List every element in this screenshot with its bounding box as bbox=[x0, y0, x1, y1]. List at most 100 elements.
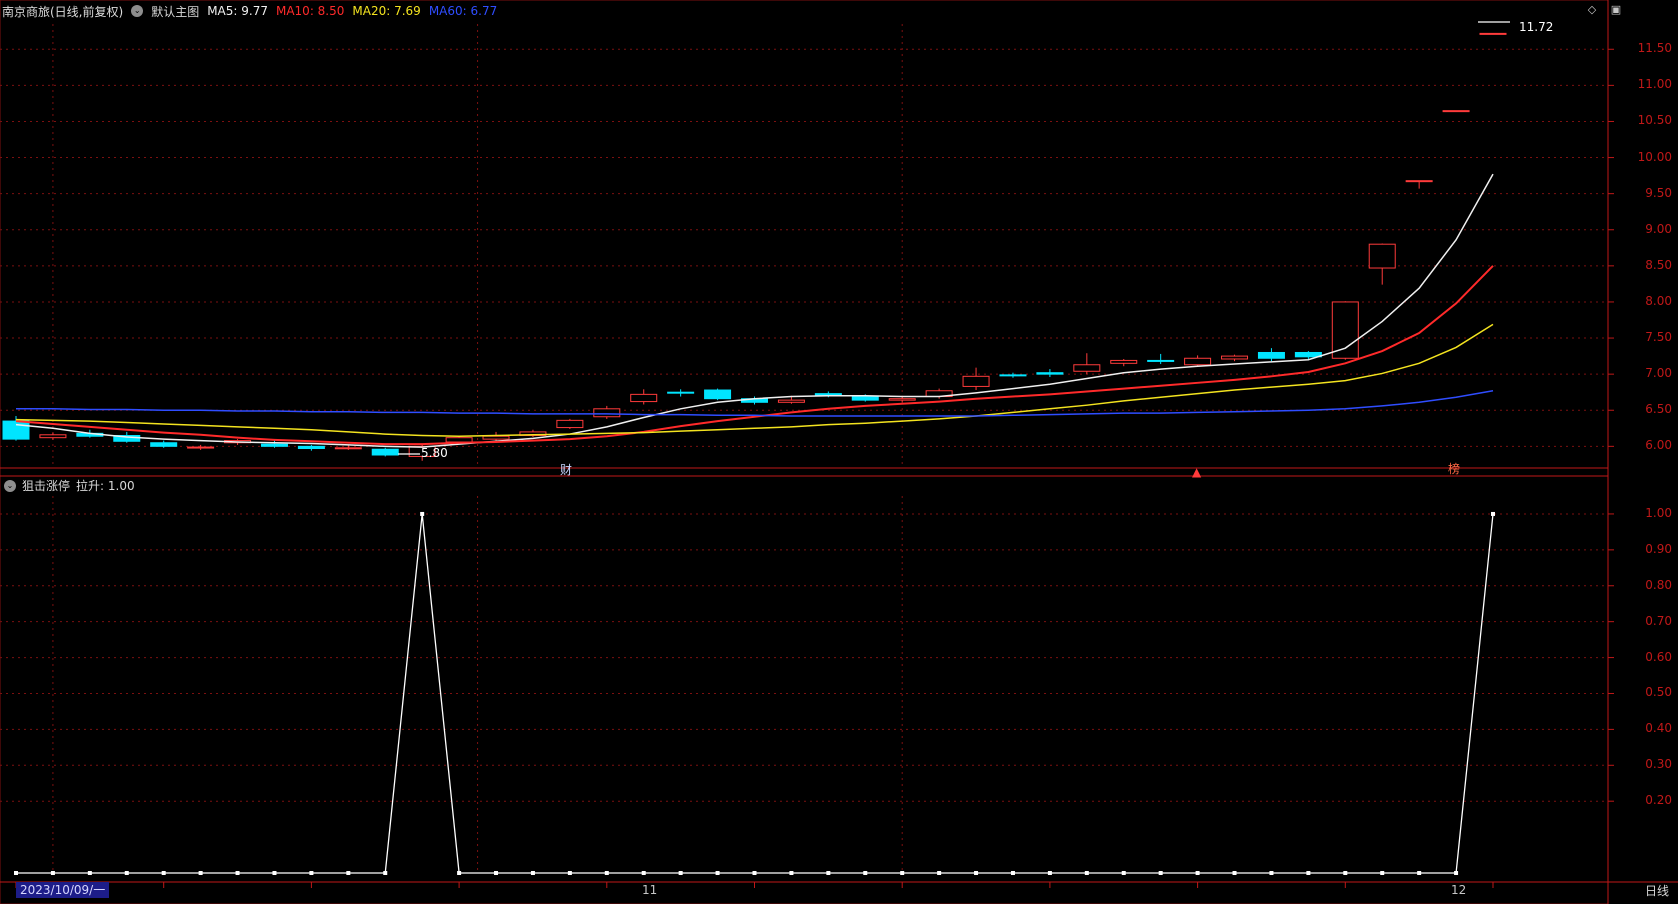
candle-up[interactable] bbox=[334, 447, 362, 450]
candle-up[interactable] bbox=[39, 434, 67, 439]
candle-up[interactable] bbox=[1184, 357, 1212, 366]
candle-down[interactable] bbox=[667, 391, 695, 394]
indicator-axis-label: 0.80 bbox=[1645, 577, 1672, 592]
indicator-point bbox=[863, 871, 868, 875]
diamond-icon[interactable]: ◇ bbox=[1585, 2, 1599, 16]
indicator-point bbox=[1269, 871, 1274, 875]
indicator-axis-label: 0.90 bbox=[1645, 541, 1672, 556]
candle-up[interactable] bbox=[1073, 364, 1101, 372]
indicator-axis-label: 0.50 bbox=[1645, 685, 1672, 700]
price-axis-label: 11.50 bbox=[1637, 41, 1672, 56]
indicator-point bbox=[1343, 871, 1348, 875]
indicator-point bbox=[1491, 511, 1495, 516]
indicator-menu-icon[interactable]: ⌄ bbox=[4, 479, 16, 492]
candle-down[interactable] bbox=[150, 442, 178, 447]
window-icon[interactable]: ▣ bbox=[1609, 2, 1623, 16]
candle-up[interactable] bbox=[888, 398, 916, 401]
indicator-point bbox=[1047, 871, 1052, 875]
indicator-name[interactable]: 狙击涨停 bbox=[22, 477, 70, 494]
price-axis-label: 10.00 bbox=[1637, 149, 1672, 164]
indicator-header: ⌄ 狙击涨停 拉升: 1.00 bbox=[4, 477, 135, 494]
price-axis-label: 8.50 bbox=[1645, 257, 1672, 272]
indicator-point bbox=[14, 871, 18, 875]
ma10-label: MA10: 8.50 bbox=[275, 4, 345, 18]
candle-up[interactable] bbox=[593, 408, 621, 418]
indicator-value: 拉升: 1.00 bbox=[76, 479, 135, 493]
candle-up[interactable] bbox=[962, 375, 990, 387]
indicator-point bbox=[641, 871, 646, 875]
indicator-axis-label: 1.00 bbox=[1645, 505, 1672, 520]
candle-up[interactable] bbox=[445, 437, 473, 443]
candle-up[interactable] bbox=[1110, 359, 1138, 364]
price-axis-label: 9.00 bbox=[1645, 221, 1672, 236]
price-axis-label: 6.00 bbox=[1645, 438, 1672, 453]
main-chart-selector[interactable]: 默认主图 bbox=[151, 3, 199, 20]
period-label[interactable]: 日线 bbox=[1645, 882, 1669, 899]
indicator-axis-label: 0.70 bbox=[1645, 613, 1672, 628]
candle-up[interactable] bbox=[187, 446, 215, 449]
indicator-point bbox=[1121, 871, 1126, 875]
price-axis-label: 11.00 bbox=[1637, 77, 1672, 92]
month-dec-label: 12 bbox=[1451, 883, 1467, 897]
indicator-axis-label: 0.20 bbox=[1645, 793, 1672, 808]
indicator-point bbox=[826, 871, 831, 875]
candle-up[interactable] bbox=[1221, 355, 1249, 360]
indicator-point bbox=[789, 871, 794, 875]
candle-down[interactable] bbox=[2, 420, 30, 440]
indicator-point bbox=[530, 871, 535, 875]
candle-up[interactable] bbox=[1368, 243, 1396, 269]
price-axis-label: 7.50 bbox=[1645, 330, 1672, 345]
current-date-tag: 2023/10/09/一 bbox=[16, 882, 110, 898]
high-price-label: 11.72 bbox=[1519, 20, 1554, 34]
candle-down[interactable] bbox=[260, 443, 288, 447]
ma20-label: MA20: 7.69 bbox=[352, 4, 421, 18]
candle-up[interactable] bbox=[482, 435, 510, 440]
indicator-point bbox=[752, 871, 757, 875]
ma5-label: MA5: 9.77 bbox=[207, 4, 268, 18]
price-axis-label: 10.50 bbox=[1637, 113, 1672, 128]
indicator-axis-label: 0.40 bbox=[1645, 721, 1672, 736]
candle-up[interactable] bbox=[556, 419, 584, 429]
candle-up[interactable] bbox=[1479, 32, 1507, 35]
stock-title[interactable]: 南京商旅(日线,前复权) bbox=[2, 3, 123, 20]
candle-down[interactable] bbox=[371, 448, 399, 456]
candle-up[interactable] bbox=[1331, 301, 1359, 359]
chart-toolbar: ◇ ▣ bbox=[1585, 2, 1623, 16]
candle-up[interactable] bbox=[777, 399, 805, 403]
indicator-point bbox=[50, 871, 55, 875]
indicator-point bbox=[383, 871, 388, 875]
candle-down[interactable] bbox=[851, 396, 879, 401]
candle-up[interactable] bbox=[1442, 110, 1470, 113]
chart-header: 南京商旅(日线,前复权) ⌄ 默认主图 MA5: 9.77 MA10: 8.50… bbox=[2, 0, 497, 22]
indicator-point bbox=[1010, 871, 1015, 875]
rank-marker[interactable]: 榜 bbox=[1448, 460, 1460, 477]
indicator-point bbox=[604, 871, 609, 875]
indicator-point bbox=[272, 871, 277, 875]
candle-down[interactable] bbox=[999, 374, 1027, 377]
finance-marker[interactable]: 财 bbox=[560, 461, 572, 478]
indicator-point bbox=[974, 871, 979, 875]
price-axis-label: 9.50 bbox=[1645, 185, 1672, 200]
indicator-point bbox=[1306, 871, 1311, 875]
candle-down[interactable] bbox=[704, 389, 732, 400]
chevron-down-icon[interactable]: ⌄ bbox=[131, 5, 144, 17]
indicator-point bbox=[494, 871, 499, 875]
indicator-point bbox=[457, 871, 462, 875]
candle-down[interactable] bbox=[1257, 351, 1285, 359]
indicator-point bbox=[1417, 871, 1422, 875]
candle-down[interactable] bbox=[1147, 359, 1175, 362]
price-axis-label: 6.50 bbox=[1645, 402, 1672, 417]
indicator-point bbox=[87, 871, 92, 875]
indicator-point bbox=[235, 871, 240, 875]
candle-down[interactable] bbox=[1036, 372, 1064, 375]
candle-down[interactable] bbox=[297, 445, 325, 450]
stock-chart-canvas[interactable] bbox=[0, 0, 1678, 904]
month-nov-label: 11 bbox=[642, 883, 658, 897]
indicator-point bbox=[1454, 871, 1459, 875]
indicator-point bbox=[1232, 871, 1237, 875]
indicator-point bbox=[309, 871, 314, 875]
candle-up[interactable] bbox=[630, 393, 658, 403]
up-arrow-icon: ▲ bbox=[1192, 465, 1202, 479]
indicator-point bbox=[1380, 871, 1385, 875]
candle-up[interactable] bbox=[1405, 180, 1433, 183]
